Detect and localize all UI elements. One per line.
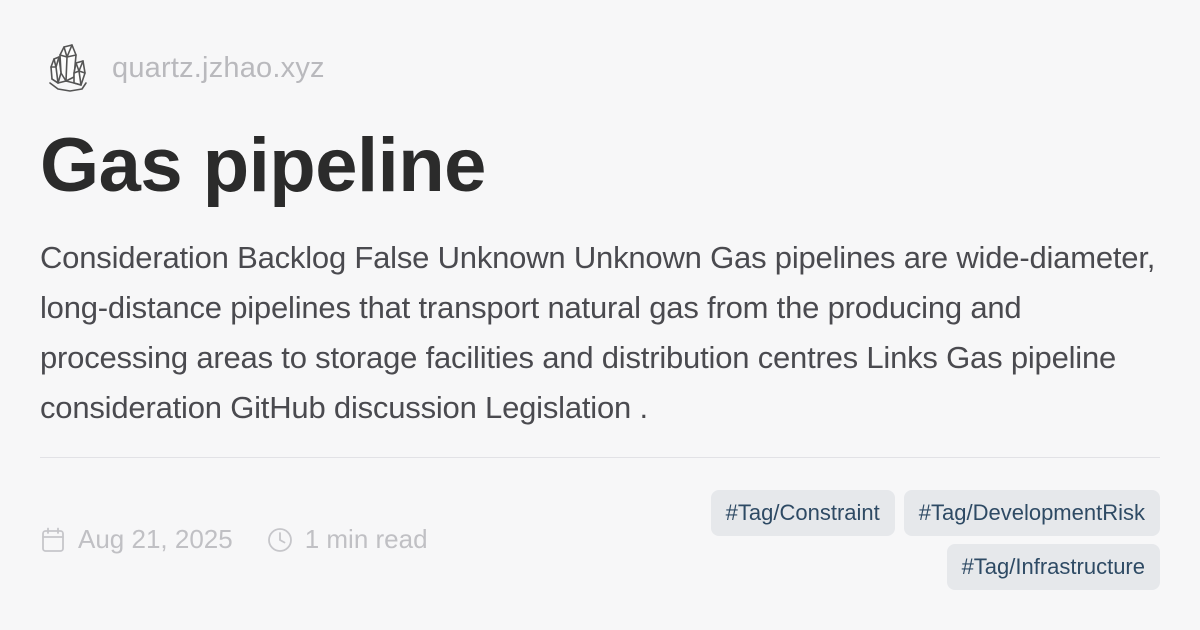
tag-chip[interactable]: #Tag/Infrastructure bbox=[946, 544, 1160, 590]
site-domain[interactable]: quartz.jzhao.xyz bbox=[112, 52, 325, 85]
site-header: quartz.jzhao.xyz bbox=[44, 40, 325, 96]
calendar-icon bbox=[40, 527, 66, 553]
read-time-meta: 1 min read bbox=[267, 524, 428, 555]
tag-chip[interactable]: #Tag/Constraint bbox=[710, 490, 895, 536]
crystal-cluster-icon bbox=[44, 40, 92, 96]
tag-list: #Tag/Constraint #Tag/DevelopmentRisk #Ta… bbox=[660, 490, 1160, 590]
page-meta: Aug 21, 2025 1 min read bbox=[40, 524, 428, 555]
read-time: 1 min read bbox=[304, 524, 428, 554]
date-meta: Aug 21, 2025 bbox=[40, 524, 233, 555]
publish-date: Aug 21, 2025 bbox=[78, 524, 233, 554]
divider bbox=[40, 457, 1160, 458]
tag-chip[interactable]: #Tag/DevelopmentRisk bbox=[903, 490, 1160, 536]
page-title: Gas pipeline bbox=[40, 123, 486, 208]
clock-icon bbox=[267, 527, 293, 553]
page-description: Consideration Backlog False Unknown Unkn… bbox=[40, 240, 1156, 425]
og-preview-card: quartz.jzhao.xyz Gas pipeline Considerat… bbox=[0, 0, 1200, 630]
